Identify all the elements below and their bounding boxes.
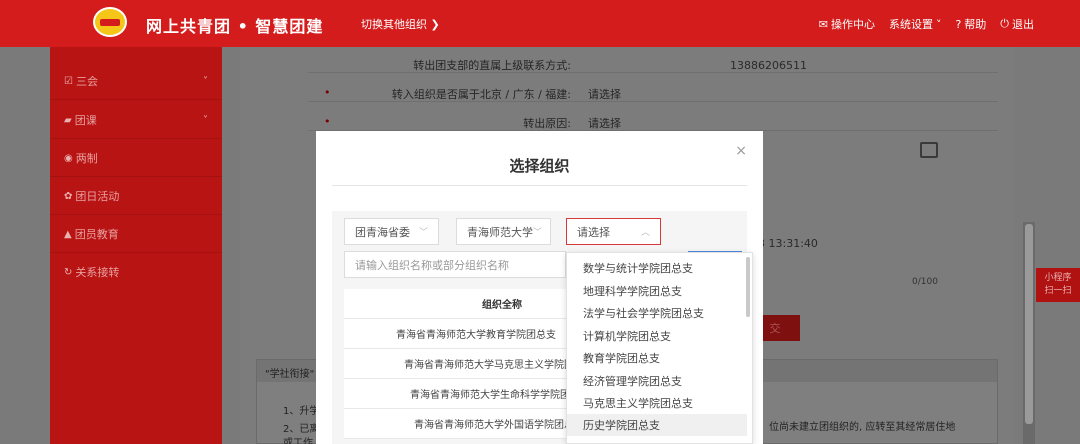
logout-link[interactable]: ⏻ 退出 [1000, 16, 1034, 32]
folder-icon: ▰ [64, 114, 72, 126]
transfer-time: 3 13:31:40 [758, 237, 818, 250]
sidebar-item-label: 团日活动 [75, 190, 120, 203]
dropdown-option[interactable]: 计算机学院团总支 [567, 325, 747, 347]
modal-title: 选择组织 [509, 157, 570, 175]
youth-league-logo [93, 7, 127, 37]
required-mark: • [324, 115, 331, 128]
org-search-input[interactable]: 请输入组织名称或部分组织名称 [344, 251, 566, 278]
dropdown-option[interactable]: 地理科学学院团总支 [567, 280, 747, 302]
search-placeholder: 请输入组织名称或部分组织名称 [355, 258, 509, 272]
divider [332, 185, 747, 186]
ops-center-link[interactable]: ✉ 操作中心 [819, 16, 875, 32]
contact-label: 转出团支部的直属上级联系方式: [413, 59, 571, 72]
site-title: 网上共青团 • 智慧团建 [146, 17, 324, 36]
settings-label: 系统设置 [888, 18, 933, 31]
form-row-contact: 转出团支部的直属上级联系方式: [308, 51, 998, 73]
help-icon: ? [955, 17, 962, 31]
school-select-value: 青海师范大学 [467, 225, 533, 239]
sidebar-item-jiezhuan[interactable]: ↻ 关系接转 [50, 254, 222, 290]
help-label: 帮助 [964, 18, 987, 31]
refresh-icon: ↻ [64, 266, 73, 278]
help-link[interactable]: ? 帮助 [955, 16, 986, 32]
sidebar-item-jiaoyu[interactable]: ▲ 团员教育 [50, 216, 222, 252]
dropdown-option[interactable]: 教育学院团总支 [567, 347, 747, 369]
divider [50, 252, 222, 253]
checkbox-icon: ☑ [64, 75, 73, 87]
chevron-down-icon: ˅ [203, 114, 208, 126]
chevron-down-icon: ﹀ [533, 228, 543, 238]
notice-line: 2、已离 [283, 424, 320, 435]
reason-label: 转出原因: [523, 117, 571, 130]
mail-icon: ✉ [818, 17, 828, 31]
dropdown-option[interactable]: 经济管理学院团总支 [567, 370, 747, 392]
gear-icon: ✿ [64, 190, 73, 202]
logout-label: 退出 [1012, 18, 1034, 31]
graduation-icon: ▲ [64, 228, 72, 240]
province-select-value: 团青海省委 [355, 225, 410, 239]
chevron-down-icon: ﹀ [418, 228, 428, 238]
sidebar-item-label: 团课 [74, 114, 97, 127]
province-select[interactable]: 团青海省委 ﹀ [344, 218, 439, 245]
sidebar-item-label: 关系接转 [75, 266, 120, 279]
top-actions: ✉ 操作中心 系统设置 ˅ ? 帮助 ⏻ 退出 [819, 16, 1034, 32]
dropdown-scrollbar[interactable] [746, 257, 750, 317]
edit-icon[interactable] [920, 142, 938, 158]
mini-program-line2: 扫一扫 [1044, 286, 1072, 296]
college-dropdown-list: 数学与统计学院团总支 地理科学学院团总支 法学与社会学学院团总支 计算机学院团总… [566, 252, 753, 444]
divider [50, 99, 222, 100]
circle-icon: ◉ [64, 152, 73, 164]
chevron-down-icon: ˅ [203, 75, 208, 87]
dropdown-option[interactable]: 数学与统计学院团总支 [567, 257, 747, 279]
sidebar: ☑ 三会 ˅ ▰ 团课 ˅ ◉ 两制 ✿ 团日活动 ▲ 团员教育 ↻ 关系接转 [50, 47, 222, 444]
sidebar-item-label: 团员教育 [74, 228, 119, 241]
close-icon[interactable]: × [735, 143, 747, 159]
form-row-reason: • 转出原因: 请选择 [308, 109, 998, 131]
mini-program-badge[interactable]: 小程序 扫一扫 [1036, 268, 1080, 302]
divider [50, 138, 222, 139]
sidebar-item-tuanri[interactable]: ✿ 团日活动 [50, 178, 222, 214]
contact-value: 13886206511 [730, 59, 807, 72]
page-scrollbar-thumb[interactable] [1025, 224, 1033, 424]
required-mark: • [324, 86, 331, 99]
sidebar-item-label: 两制 [75, 152, 98, 165]
settings-dropdown[interactable]: 系统设置 ˅ [889, 16, 942, 32]
form-row-region: • 转入组织是否属于北京 / 广东 / 福建: 请选择 [308, 80, 998, 102]
dropdown-option[interactable]: 马克思主义学院团总支 [567, 392, 747, 414]
chevron-down-icon: ❯ [430, 18, 440, 31]
reason-select[interactable]: 请选择 [588, 115, 621, 131]
top-header: 网上共青团 • 智慧团建 切换其他组织 ❯ ✉ 操作中心 系统设置 ˅ ? 帮助… [0, 0, 1080, 47]
sidebar-item-liangzhi[interactable]: ◉ 两制 [50, 140, 222, 176]
school-select[interactable]: 青海师范大学 ﹀ [456, 218, 551, 245]
power-icon: ⏻ [1000, 17, 1009, 30]
chevron-up-icon: ︿ [640, 228, 650, 238]
notice-line: 位尚未建立团组织的, 应转至其经常居住地 [769, 422, 956, 433]
ops-center-label: 操作中心 [830, 18, 875, 31]
char-counter: 0/100 [912, 277, 938, 287]
switch-org-label: 切换其他组织 [361, 18, 427, 31]
mini-program-line1: 小程序 [1044, 273, 1072, 283]
chevron-down-icon: ˅ [935, 17, 942, 31]
notice-line: 1、升学 [283, 406, 320, 417]
dropdown-option[interactable]: 历史学院团总支 [567, 414, 747, 436]
notice-line: 或工作 [283, 438, 313, 444]
dropdown-option[interactable]: 法学与社会学学院团总支 [567, 302, 747, 324]
region-select[interactable]: 请选择 [588, 86, 621, 102]
sidebar-item-sanhui[interactable]: ☑ 三会 ˅ [50, 63, 222, 99]
region-label: 转入组织是否属于北京 / 广东 / 福建: [391, 88, 571, 101]
divider [50, 176, 222, 177]
college-select[interactable]: 请选择 ︿ [566, 218, 661, 245]
college-select-value: 请选择 [577, 225, 610, 239]
sidebar-item-label: 三会 [75, 75, 98, 88]
divider [50, 214, 222, 215]
switch-org-dropdown[interactable]: 切换其他组织 ❯ [361, 16, 440, 32]
sidebar-item-tuanke[interactable]: ▰ 团课 ˅ [50, 102, 222, 138]
